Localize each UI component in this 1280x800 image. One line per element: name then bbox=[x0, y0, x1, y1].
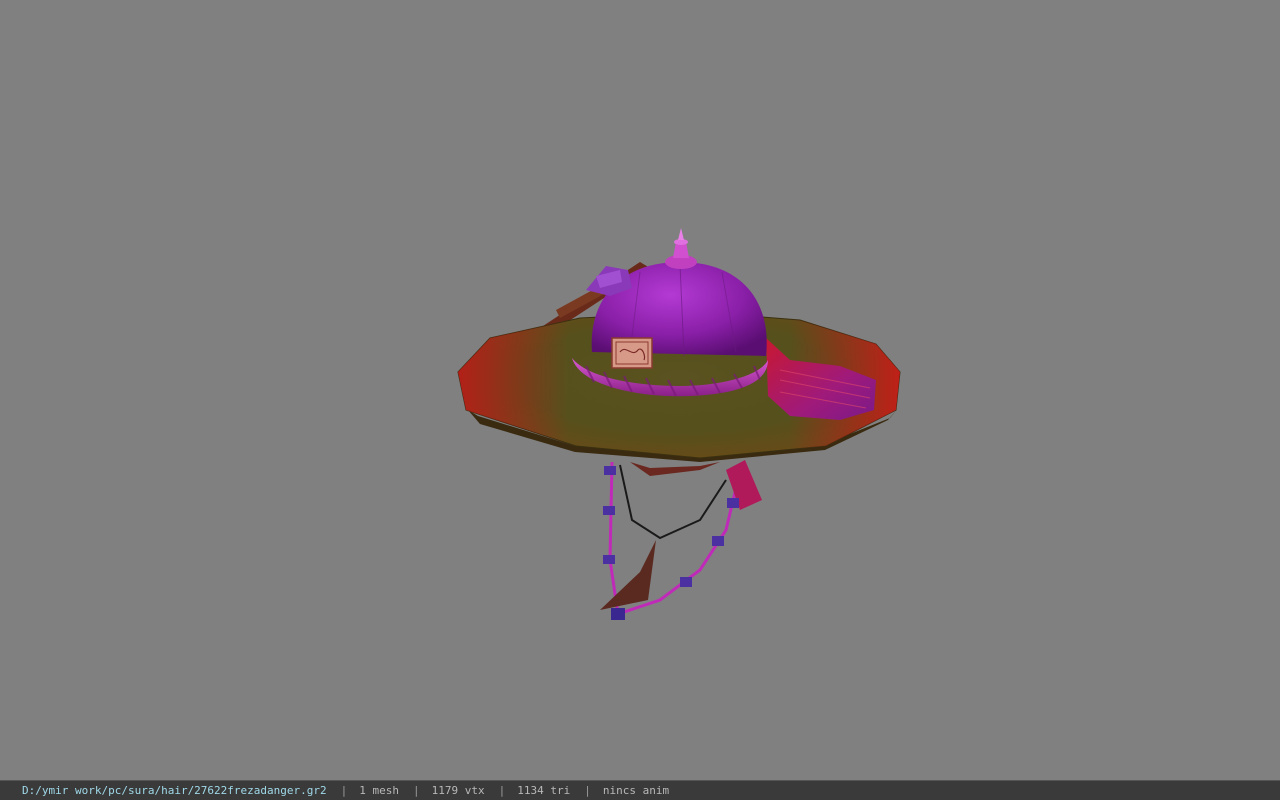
bead bbox=[680, 577, 692, 587]
status-separator: | bbox=[340, 784, 348, 797]
bead bbox=[712, 536, 724, 546]
bead bbox=[727, 498, 739, 508]
hat-model-icon[interactable] bbox=[0, 0, 1280, 780]
bead bbox=[603, 506, 615, 515]
status-mesh-count: 1 mesh bbox=[359, 784, 400, 797]
status-file-path: D:/ymir work/pc/sura/hair/27622frezadang… bbox=[22, 784, 327, 797]
status-separator: | bbox=[584, 784, 591, 797]
strap-ribbon bbox=[600, 540, 656, 610]
3d-viewport[interactable] bbox=[0, 0, 1280, 780]
status-separator: | bbox=[498, 784, 506, 797]
bead bbox=[604, 466, 616, 475]
status-triangle-count: 1134 tri bbox=[517, 784, 571, 797]
bead bbox=[603, 555, 615, 564]
status-vertex-count: 1179 vtx bbox=[431, 784, 485, 797]
status-bar: D:/ymir work/pc/sura/hair/27622frezadang… bbox=[0, 780, 1280, 800]
status-separator: | bbox=[413, 784, 420, 797]
bead bbox=[611, 608, 625, 620]
status-anim: nincs anim bbox=[602, 784, 670, 797]
